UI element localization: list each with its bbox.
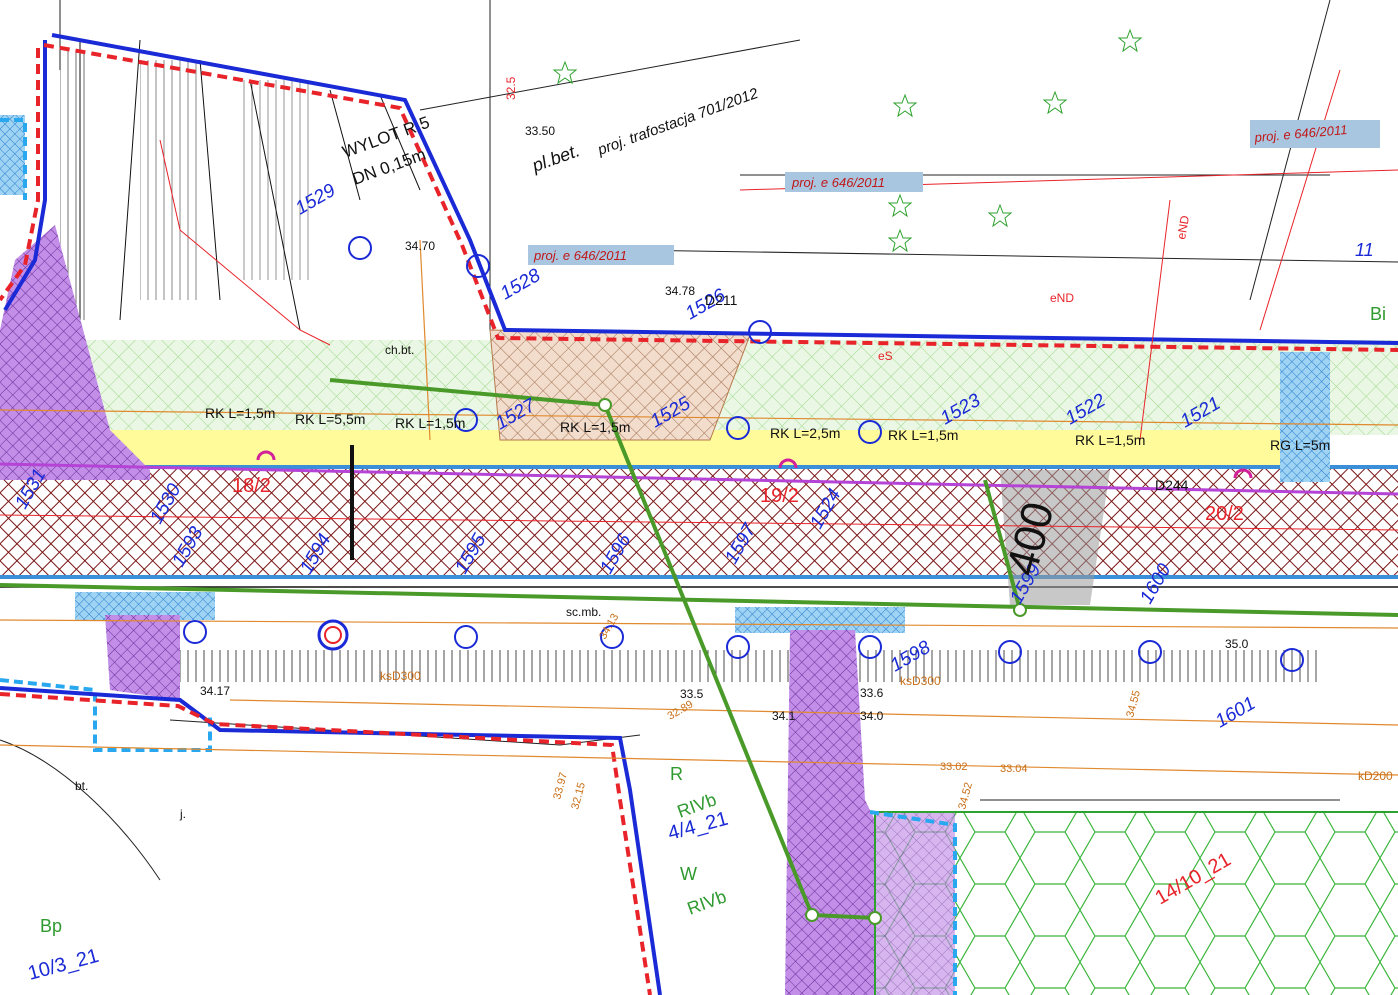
plbet-label: pl.bet. [529,140,583,176]
ks300-label-1: ksD300 [380,669,421,683]
rk-label-6: RK L=1,5m [888,427,958,443]
d244-label: D244 [1155,477,1189,493]
sheet-number: 11 [1355,240,1374,260]
elev-3417: 34.17 [200,684,230,698]
highlight-boxes [528,120,1380,265]
end-label-2: eND [1050,291,1074,305]
elev-3478: 34.78 [665,284,695,298]
rivb-label-2: RIVb [685,886,729,918]
d211-label: D211 [705,292,738,308]
rk-label-3: RK L=1,5m [395,415,465,431]
elev-336: 33.6 [860,686,884,700]
ks300-label-2: ksD300 [900,674,941,688]
w-label: W [680,864,697,884]
site-plan: 18/2 19/2 20/2 10/3_21 4/4_21 14/10_21 1… [0,0,1398,995]
elev-3455: 34.55 [1124,689,1143,719]
elev-3470: 34.70 [405,239,435,253]
end-label-1: eND [1174,214,1192,240]
blue-band-edge [0,115,25,195]
bt-label: bt. [75,779,88,793]
elev-340: 34.0 [860,709,884,723]
map-canvas: 18/2 19/2 20/2 10/3_21 4/4_21 14/10_21 1… [0,0,1398,995]
elev-3215: 32.15 [569,781,588,811]
bp-label: Bp [40,916,62,936]
rk-label-1: RK L=1,5m [205,405,275,421]
rg-label: RG L=5m [1270,437,1330,453]
j-label: j. [179,807,186,821]
blue-band-mid [735,607,905,633]
scmb-label: sc.mb. [566,605,601,619]
parcel-label-18: 18/2 [232,475,271,497]
point-label-1528: 1528 [497,265,544,305]
elev-3289: 32.89 [666,698,696,722]
purple-zone-bottom [785,630,875,995]
parcel-label-20: 20/2 [1205,503,1244,525]
parcel-label-19: 19/2 [760,485,799,507]
elev-341: 34.1 [772,709,796,723]
elev-3397: 33.97 [551,771,570,801]
red-marker [317,619,349,651]
elev-350: 35.0 [1225,637,1249,651]
rk-label-4: RK L=1,5m [560,419,630,435]
point-label-1601: 1601 [1212,693,1259,732]
rk-label-7: RK L=1,5m [1075,432,1145,448]
elev-335: 33.5 [680,687,704,701]
trafostacja-note: proj. trafostacja 701/2012 [595,85,761,159]
registry-label-10-3: 10/3_21 [26,945,102,985]
rk-label-5: RK L=2,5m [770,425,840,441]
elev-3304: 33.04 [1000,763,1028,775]
bi-label: Bi [1370,304,1386,324]
r-label: R [670,764,683,784]
kd200-label: kD200 [1358,769,1393,783]
elev-325: 32.5 [504,76,518,100]
purple-zone-bottom-left [105,615,180,700]
chbt-label: ch.bt. [385,343,414,357]
es-label: eS [878,349,893,363]
blue-band-right [1280,352,1330,482]
rk-label-2: RK L=5,5m [295,411,365,427]
proj-note-2: proj. e 646/2011 [533,248,627,263]
elev-3452: 34.52 [956,781,975,811]
elev-3350: 33.50 [525,124,555,138]
elev-3302: 33.02 [940,761,968,773]
proj-note-1: proj. e 646/2011 [791,175,885,190]
